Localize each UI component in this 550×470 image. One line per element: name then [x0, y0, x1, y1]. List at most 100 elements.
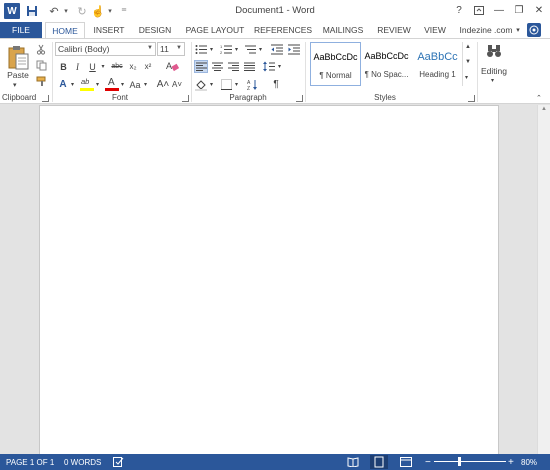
editing-dropdown-icon[interactable]: ▾	[491, 77, 494, 84]
status-bar: PAGE 1 OF 1 0 WORDS − + 80%	[0, 454, 550, 470]
clipboard-launcher-icon[interactable]	[42, 95, 49, 102]
clear-formatting-icon[interactable]: A	[164, 59, 180, 72]
change-case-dropdown-icon[interactable]: ▾	[142, 78, 149, 91]
align-center-button[interactable]	[210, 60, 224, 73]
multilevel-dropdown-icon[interactable]: ▾	[257, 43, 264, 56]
show-formatting-marks-button[interactable]: ¶	[270, 78, 282, 91]
account-dropdown-icon[interactable]: ▾	[513, 22, 523, 38]
binoculars-icon[interactable]	[486, 43, 502, 61]
zoom-slider-thumb[interactable]	[458, 457, 461, 466]
text-effects-button[interactable]: A	[57, 78, 69, 91]
format-painter-icon[interactable]	[35, 75, 47, 88]
zoom-in-button[interactable]: +	[508, 456, 514, 468]
sort-icon[interactable]: AZ	[246, 78, 260, 91]
web-layout-icon[interactable]	[400, 456, 412, 468]
tab-file[interactable]: FILE	[0, 22, 42, 38]
help-button[interactable]: ?	[450, 2, 468, 18]
strikethrough-button[interactable]: abc	[110, 60, 124, 73]
font-size-combo[interactable]: 11 ▼	[157, 42, 185, 56]
style-normal[interactable]: AaBbCcDc ¶ Normal	[310, 42, 361, 86]
underline-button[interactable]: U	[87, 60, 98, 73]
multilevel-list-icon[interactable]	[243, 43, 257, 56]
italic-button[interactable]: I	[72, 60, 83, 73]
page-count[interactable]: PAGE 1 OF 1	[6, 456, 54, 468]
zoom-level[interactable]: 80%	[521, 456, 537, 468]
font-color-button[interactable]: A	[105, 77, 119, 92]
style-heading-1[interactable]: AaBbCc Heading 1	[412, 42, 463, 86]
document-page[interactable]	[39, 105, 499, 454]
bullets-icon[interactable]	[194, 43, 208, 56]
chevron-down-icon[interactable]: ▼	[147, 45, 153, 51]
shading-dropdown-icon[interactable]: ▾	[208, 78, 215, 91]
vertical-scrollbar[interactable]: ▲	[537, 105, 550, 454]
ribbon-display-options-icon[interactable]	[470, 2, 488, 18]
more-styles-icon[interactable]: ▾	[465, 74, 468, 81]
highlight-button[interactable]: ab	[80, 77, 94, 92]
paragraph-launcher-icon[interactable]	[296, 95, 303, 102]
numbering-dropdown-icon[interactable]: ▾	[233, 43, 240, 56]
tab-insert[interactable]: INSERT	[88, 22, 130, 38]
grow-font-button[interactable]: A˄	[156, 78, 170, 91]
tab-references[interactable]: REFERENCES	[252, 22, 314, 38]
styles-scroller: ▲ ▼ ▾	[462, 42, 472, 86]
change-case-button[interactable]: Aa	[128, 78, 142, 91]
superscript-button[interactable]: x²	[142, 60, 154, 73]
align-right-button[interactable]	[226, 60, 240, 73]
bold-button[interactable]: B	[58, 60, 69, 73]
chevron-down-icon[interactable]: ▼	[176, 45, 182, 51]
close-button[interactable]: ✕	[530, 2, 548, 18]
style-name: Heading 1	[419, 70, 456, 79]
borders-icon[interactable]	[219, 78, 233, 91]
print-layout-button[interactable]	[370, 455, 388, 469]
bullets-dropdown-icon[interactable]: ▾	[208, 43, 215, 56]
proofing-icon[interactable]	[113, 456, 124, 468]
account-name[interactable]: Indezine .com	[456, 22, 516, 38]
tab-page-layout[interactable]: PAGE LAYOUT	[180, 22, 250, 38]
scroll-down-icon[interactable]: ▼	[465, 59, 471, 65]
tab-mailings[interactable]: MAILINGS	[316, 22, 370, 38]
word-count[interactable]: 0 WORDS	[64, 456, 101, 468]
decrease-indent-icon[interactable]	[270, 43, 284, 56]
font-name-value: Calibri (Body)	[58, 44, 110, 54]
zoom-slider-track[interactable]	[434, 461, 506, 462]
copy-icon[interactable]	[35, 59, 47, 72]
tab-review[interactable]: REVIEW	[372, 22, 416, 38]
text-effects-dropdown-icon[interactable]: ▾	[69, 78, 76, 91]
line-spacing-icon[interactable]	[262, 60, 276, 73]
avatar[interactable]	[527, 23, 541, 37]
tab-home[interactable]: HOME	[45, 22, 85, 39]
scroll-up-arrow-icon[interactable]: ▲	[541, 106, 547, 112]
paste-dropdown-icon[interactable]: ▾	[13, 81, 17, 89]
zoom-out-button[interactable]: −	[425, 456, 431, 468]
style-sample: AaBbCc	[417, 51, 458, 63]
minimize-button[interactable]: —	[490, 2, 508, 18]
borders-dropdown-icon[interactable]: ▾	[233, 78, 240, 91]
subscript-button[interactable]: x₂	[127, 60, 139, 73]
increase-indent-icon[interactable]	[287, 43, 301, 56]
tab-view[interactable]: VIEW	[418, 22, 452, 38]
font-color-dropdown-icon[interactable]: ▾	[119, 78, 126, 91]
font-launcher-icon[interactable]	[182, 95, 189, 102]
collapse-ribbon-icon[interactable]: ⌃	[536, 94, 542, 102]
highlight-dropdown-icon[interactable]: ▾	[94, 78, 101, 91]
styles-launcher-icon[interactable]	[468, 95, 475, 102]
paste-button[interactable]: Paste	[3, 70, 33, 80]
font-name-combo[interactable]: Calibri (Body) ▼	[55, 42, 156, 56]
justify-button[interactable]	[242, 60, 256, 73]
read-mode-icon[interactable]	[347, 456, 359, 468]
underline-dropdown-icon[interactable]: ▾	[99, 60, 107, 73]
editing-button[interactable]: Editing	[479, 66, 509, 76]
numbering-icon[interactable]: 12	[219, 43, 233, 56]
align-left-button[interactable]	[194, 60, 208, 73]
tab-design[interactable]: DESIGN	[133, 22, 177, 38]
restore-button[interactable]: ❐	[510, 2, 528, 18]
group-divider	[52, 42, 53, 102]
line-spacing-dropdown-icon[interactable]: ▾	[276, 60, 283, 73]
style-no-spacing[interactable]: AaBbCcDc ¶ No Spac...	[361, 42, 412, 86]
shading-icon[interactable]	[194, 78, 208, 91]
scroll-up-icon[interactable]: ▲	[465, 44, 471, 50]
shrink-font-button[interactable]: A˅	[170, 78, 184, 91]
cut-icon[interactable]	[35, 43, 47, 56]
style-sample: AaBbCcDc	[313, 52, 358, 62]
clipboard-icon[interactable]	[6, 45, 30, 71]
